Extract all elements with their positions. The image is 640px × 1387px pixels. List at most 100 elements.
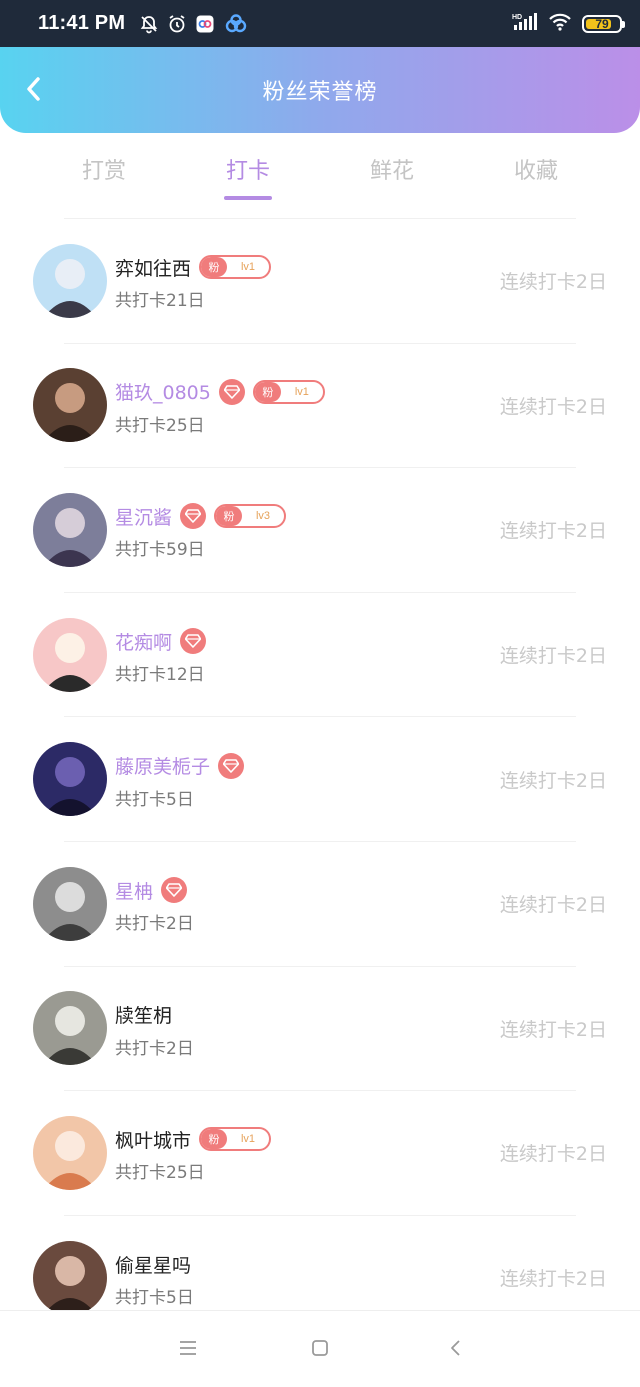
total-checkin: 共打卡25日 bbox=[115, 415, 205, 436]
total-checkin: 共打卡5日 bbox=[115, 1288, 194, 1309]
back-button[interactable] bbox=[18, 75, 50, 107]
tab-indicator bbox=[512, 196, 560, 200]
user-name[interactable]: 猫玖_0805 bbox=[115, 378, 211, 405]
avatar[interactable] bbox=[33, 866, 107, 941]
list-item-content: 星柟共打卡2日 连续打卡2日 bbox=[33, 842, 607, 966]
user-info: 牍笙枂 共打卡2日 bbox=[115, 991, 194, 1065]
list-item[interactable]: 弈如往西粉 lv1 共打卡21日 连续打卡2日 bbox=[33, 218, 607, 343]
fan-badge-label: 粉 bbox=[254, 381, 281, 402]
fan-badge-label: 粉 bbox=[201, 257, 228, 278]
list-item[interactable]: 藤原美栀子共打卡5日 连续打卡2日 bbox=[33, 716, 607, 841]
total-checkin: 共打卡59日 bbox=[115, 540, 205, 561]
mute-bell-icon bbox=[139, 14, 159, 34]
diamond-icon bbox=[180, 628, 207, 655]
tab-flowers[interactable]: 鲜花 bbox=[320, 133, 464, 215]
fan-level-badge: 粉 lv3 bbox=[214, 504, 287, 529]
fan-level-text: lv1 bbox=[294, 385, 309, 398]
list-item-content: 星沉酱 粉 lv3 共打卡59日 连续打卡2日 bbox=[33, 468, 607, 592]
streak-checkin: 连续打卡2日 bbox=[499, 645, 607, 668]
system-back-button[interactable] bbox=[443, 1338, 467, 1362]
fan-level-text: lv3 bbox=[255, 510, 271, 523]
svg-text:HD: HD bbox=[512, 14, 522, 21]
tab-tips[interactable]: 打赏 bbox=[32, 133, 176, 215]
list-item[interactable]: 猫玖_0805 粉 lv1 共打卡25日 连续打卡2日 bbox=[33, 342, 607, 468]
diamond-icon bbox=[218, 752, 245, 779]
list-item[interactable]: 花痴啊共打卡12日 连续打卡2日 bbox=[33, 591, 607, 717]
status-bar: 11:41 PM HD 79 bbox=[0, 0, 640, 47]
streak-checkin: 连续打卡2日 bbox=[499, 271, 607, 294]
fan-badge-label: 粉 bbox=[216, 506, 243, 527]
user-info: 星柟共打卡2日 bbox=[115, 867, 194, 941]
avatar[interactable] bbox=[33, 991, 107, 1066]
hd-signal-icon: HD bbox=[512, 12, 538, 36]
list-item-content: 弈如往西粉 lv1 共打卡21日 连续打卡2日 bbox=[33, 219, 607, 343]
avatar[interactable] bbox=[33, 492, 107, 567]
chevron-left-icon bbox=[25, 76, 43, 106]
list-item[interactable]: 星沉酱 粉 lv3 共打卡59日 连续打卡2日 bbox=[33, 467, 607, 592]
battery-level-text: 79 bbox=[595, 16, 609, 31]
name-line: 花痴啊 bbox=[115, 624, 207, 658]
name-line: 枫叶城市粉 lv1 bbox=[115, 1122, 272, 1156]
diamond-icon bbox=[161, 877, 188, 904]
streak-checkin: 连续打卡2日 bbox=[499, 1018, 607, 1041]
name-line: 偷星星吗 bbox=[115, 1247, 194, 1281]
top-header: 粉丝荣誉榜 bbox=[0, 47, 640, 133]
menu-button[interactable] bbox=[176, 1338, 200, 1362]
home-square-icon bbox=[310, 1338, 330, 1362]
avatar[interactable] bbox=[33, 742, 107, 817]
avatar[interactable] bbox=[33, 617, 107, 692]
cloud-icon bbox=[223, 13, 249, 34]
fan-level-text: lv1 bbox=[240, 1133, 256, 1146]
user-name[interactable]: 星柟 bbox=[115, 877, 153, 904]
user-info: 藤原美栀子共打卡5日 bbox=[115, 742, 245, 816]
tab-label: 打卡 bbox=[225, 159, 270, 184]
avatar[interactable] bbox=[33, 1115, 107, 1190]
streak-checkin: 连续打卡2日 bbox=[499, 769, 607, 792]
user-name[interactable]: 弈如往西 bbox=[115, 254, 191, 281]
wifi-icon bbox=[548, 12, 572, 36]
user-name[interactable]: 偷星星吗 bbox=[115, 1251, 191, 1278]
tab-label: 打赏 bbox=[81, 159, 126, 184]
avatar[interactable] bbox=[33, 368, 107, 443]
status-system-icons: HD 79 bbox=[512, 12, 625, 36]
user-name[interactable]: 牍笙枂 bbox=[115, 1001, 172, 1028]
name-line: 星柟 bbox=[115, 873, 194, 907]
streak-checkin: 连续打卡2日 bbox=[499, 1143, 607, 1166]
fan-list: 弈如往西粉 lv1 共打卡21日 连续打卡2日 猫玖_0805 粉 lv1 共打卡25日 连续打… bbox=[0, 218, 640, 1339]
system-nav-bar bbox=[0, 1310, 640, 1387]
user-info: 枫叶城市粉 lv1 共打卡25日 bbox=[115, 1116, 272, 1190]
user-name[interactable]: 藤原美栀子 bbox=[115, 752, 210, 779]
tab-indicator bbox=[80, 196, 128, 200]
avatar[interactable] bbox=[33, 243, 107, 318]
tab-indicator bbox=[368, 196, 416, 200]
status-time: 11:41 PM bbox=[38, 12, 126, 34]
app-icon bbox=[195, 14, 215, 34]
avatar[interactable] bbox=[33, 1240, 107, 1315]
total-checkin: 共打卡5日 bbox=[115, 789, 194, 810]
list-item[interactable]: 星柟共打卡2日 连续打卡2日 bbox=[33, 840, 607, 966]
list-item-content: 花痴啊共打卡12日 连续打卡2日 bbox=[33, 593, 607, 717]
list-item-content: 猫玖_0805 粉 lv1 共打卡25日 连续打卡2日 bbox=[33, 344, 607, 468]
status-notification-icons bbox=[139, 13, 249, 34]
fan-level-badge: 粉 lv1 bbox=[199, 255, 272, 280]
name-line: 弈如往西粉 lv1 bbox=[115, 250, 272, 284]
list-item[interactable]: 牍笙枂 共打卡2日 连续打卡2日 bbox=[33, 965, 607, 1091]
fan-level-badge: 粉 lv1 bbox=[252, 379, 325, 404]
streak-checkin: 连续打卡2日 bbox=[499, 894, 607, 917]
tab-favorites[interactable]: 收藏 bbox=[464, 133, 608, 215]
list-item[interactable]: 枫叶城市粉 lv1 共打卡25日 连续打卡2日 bbox=[33, 1090, 607, 1215]
total-checkin: 共打卡2日 bbox=[115, 914, 194, 935]
total-checkin: 共打卡12日 bbox=[115, 665, 205, 686]
diamond-icon bbox=[218, 378, 245, 405]
name-line: 牍笙枂 bbox=[115, 998, 194, 1032]
tab-bar: 打赏 打卡 鲜花 收藏 bbox=[0, 133, 640, 215]
tab-checkin[interactable]: 打卡 bbox=[176, 133, 320, 215]
user-name[interactable]: 花痴啊 bbox=[115, 628, 172, 655]
menu-icon bbox=[178, 1340, 198, 1360]
home-button[interactable] bbox=[308, 1338, 332, 1362]
alarm-icon bbox=[167, 14, 187, 34]
user-name[interactable]: 星沉酱 bbox=[115, 503, 172, 530]
name-line: 星沉酱 粉 lv3 bbox=[115, 499, 287, 533]
user-name[interactable]: 枫叶城市 bbox=[115, 1126, 191, 1153]
diamond-icon bbox=[180, 503, 207, 530]
